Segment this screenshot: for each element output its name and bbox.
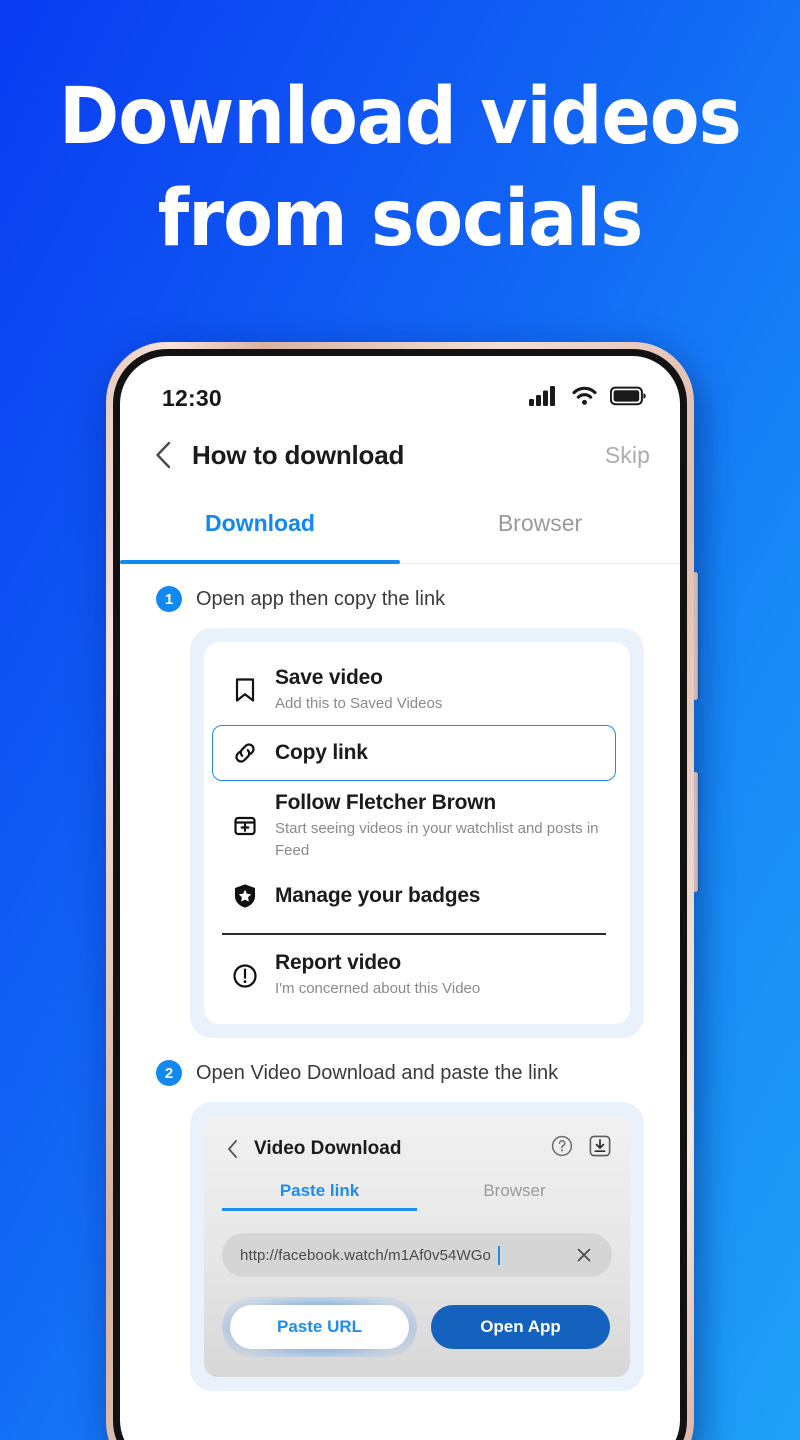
menu-item-title: Follow Fletcher Brown xyxy=(275,790,496,814)
menu-item-report-video[interactable]: Report video I'm concerned about this Vi… xyxy=(212,941,616,1010)
page-title: How to download xyxy=(192,439,405,470)
tab-download[interactable]: Download xyxy=(120,502,400,564)
download-box-icon[interactable] xyxy=(588,1134,612,1163)
url-input-value: http://facebook.watch/m1Af0v54WGo xyxy=(240,1246,491,1264)
mockup-header: Video Download xyxy=(222,1132,612,1163)
link-icon xyxy=(223,738,267,768)
step-1-row: 1 Open app then copy the link xyxy=(120,564,680,612)
tab-bar: Download Browser xyxy=(120,502,680,564)
app-mockup-card: Video Download Paste link Browser http:/… xyxy=(190,1102,644,1391)
menu-item-title: Manage your badges xyxy=(275,884,481,908)
menu-item-copy-link[interactable]: Copy link xyxy=(212,724,616,781)
menu-item-save-video[interactable]: Save video Add this to Saved Videos xyxy=(212,656,616,725)
step-2-row: 2 Open Video Download and paste the link xyxy=(120,1038,680,1086)
mockup-tab-bar: Paste link Browser xyxy=(222,1181,612,1211)
share-menu-list: Save video Add this to Saved Videos Copy… xyxy=(204,642,630,1024)
menu-item-follow-user[interactable]: Follow Fletcher Brown Start seeing video… xyxy=(212,781,616,872)
menu-divider xyxy=(222,933,606,936)
paste-url-button[interactable]: Paste URL xyxy=(230,1305,409,1349)
text-cursor xyxy=(497,1245,500,1265)
paste-url-highlight: Paste URL xyxy=(222,1297,417,1357)
bookmark-icon xyxy=(223,675,267,705)
step-1-badge: 1 xyxy=(156,586,182,612)
report-exclamation-icon xyxy=(223,961,267,991)
mockup-actions xyxy=(550,1134,612,1163)
menu-item-subtitle: I'm concerned about this Video xyxy=(275,980,481,998)
menu-item-subtitle: Add this to Saved Videos xyxy=(275,695,443,712)
phone-screen: 12:30 How to download Skip Download Brow… xyxy=(120,356,680,1440)
menu-item-title: Copy link xyxy=(275,740,368,764)
mockup-title: Video Download xyxy=(254,1137,402,1159)
skip-button[interactable]: Skip xyxy=(605,442,650,469)
headline-line-2: from socials xyxy=(157,174,644,264)
tab-browser[interactable]: Browser xyxy=(400,502,680,563)
close-x-icon[interactable] xyxy=(574,1245,594,1265)
shield-badge-icon xyxy=(223,881,267,911)
share-menu-card: Save video Add this to Saved Videos Copy… xyxy=(190,628,644,1038)
headline-line-1: Download videos xyxy=(59,72,742,162)
phone-bezel: 12:30 How to download Skip Download Brow… xyxy=(113,349,687,1440)
menu-item-title: Report video xyxy=(275,951,401,975)
status-bar: 12:30 xyxy=(120,356,680,418)
menu-item-title: Save video xyxy=(275,666,383,689)
phone-mockup: 12:30 How to download Skip Download Brow… xyxy=(106,342,702,1440)
promo-headline: Download videos from socials xyxy=(28,74,772,262)
cellular-signal-icon xyxy=(529,385,559,411)
menu-item-subtitle: Start seeing videos in your watchlist an… xyxy=(275,819,599,859)
url-input[interactable]: http://facebook.watch/m1Af0v54WGo xyxy=(222,1233,612,1277)
help-circle-icon[interactable] xyxy=(550,1134,574,1163)
open-app-button[interactable]: Open App xyxy=(431,1305,610,1349)
wifi-icon xyxy=(571,385,598,411)
menu-item-manage-badges[interactable]: Manage your badges xyxy=(212,871,616,921)
back-chevron-icon[interactable] xyxy=(222,1138,244,1160)
step-2-text: Open Video Download and paste the link xyxy=(196,1061,559,1084)
phone-frame: 12:30 How to download Skip Download Brow… xyxy=(106,342,694,1440)
mockup-tab-browser[interactable]: Browser xyxy=(417,1181,612,1211)
app-mockup: Video Download Paste link Browser http:/… xyxy=(204,1116,630,1377)
status-icons xyxy=(529,385,646,411)
app-header: How to download Skip xyxy=(120,418,680,492)
mockup-tab-paste-link[interactable]: Paste link xyxy=(222,1181,417,1211)
battery-full-icon xyxy=(609,386,646,411)
mockup-action-buttons: Paste URL Open App xyxy=(222,1297,612,1357)
status-time: 12:30 xyxy=(162,384,222,411)
add-to-watchlist-icon xyxy=(223,811,267,841)
step-1-text: Open app then copy the link xyxy=(196,587,446,610)
back-chevron-icon[interactable] xyxy=(148,438,182,472)
step-2-badge: 2 xyxy=(156,1060,182,1086)
